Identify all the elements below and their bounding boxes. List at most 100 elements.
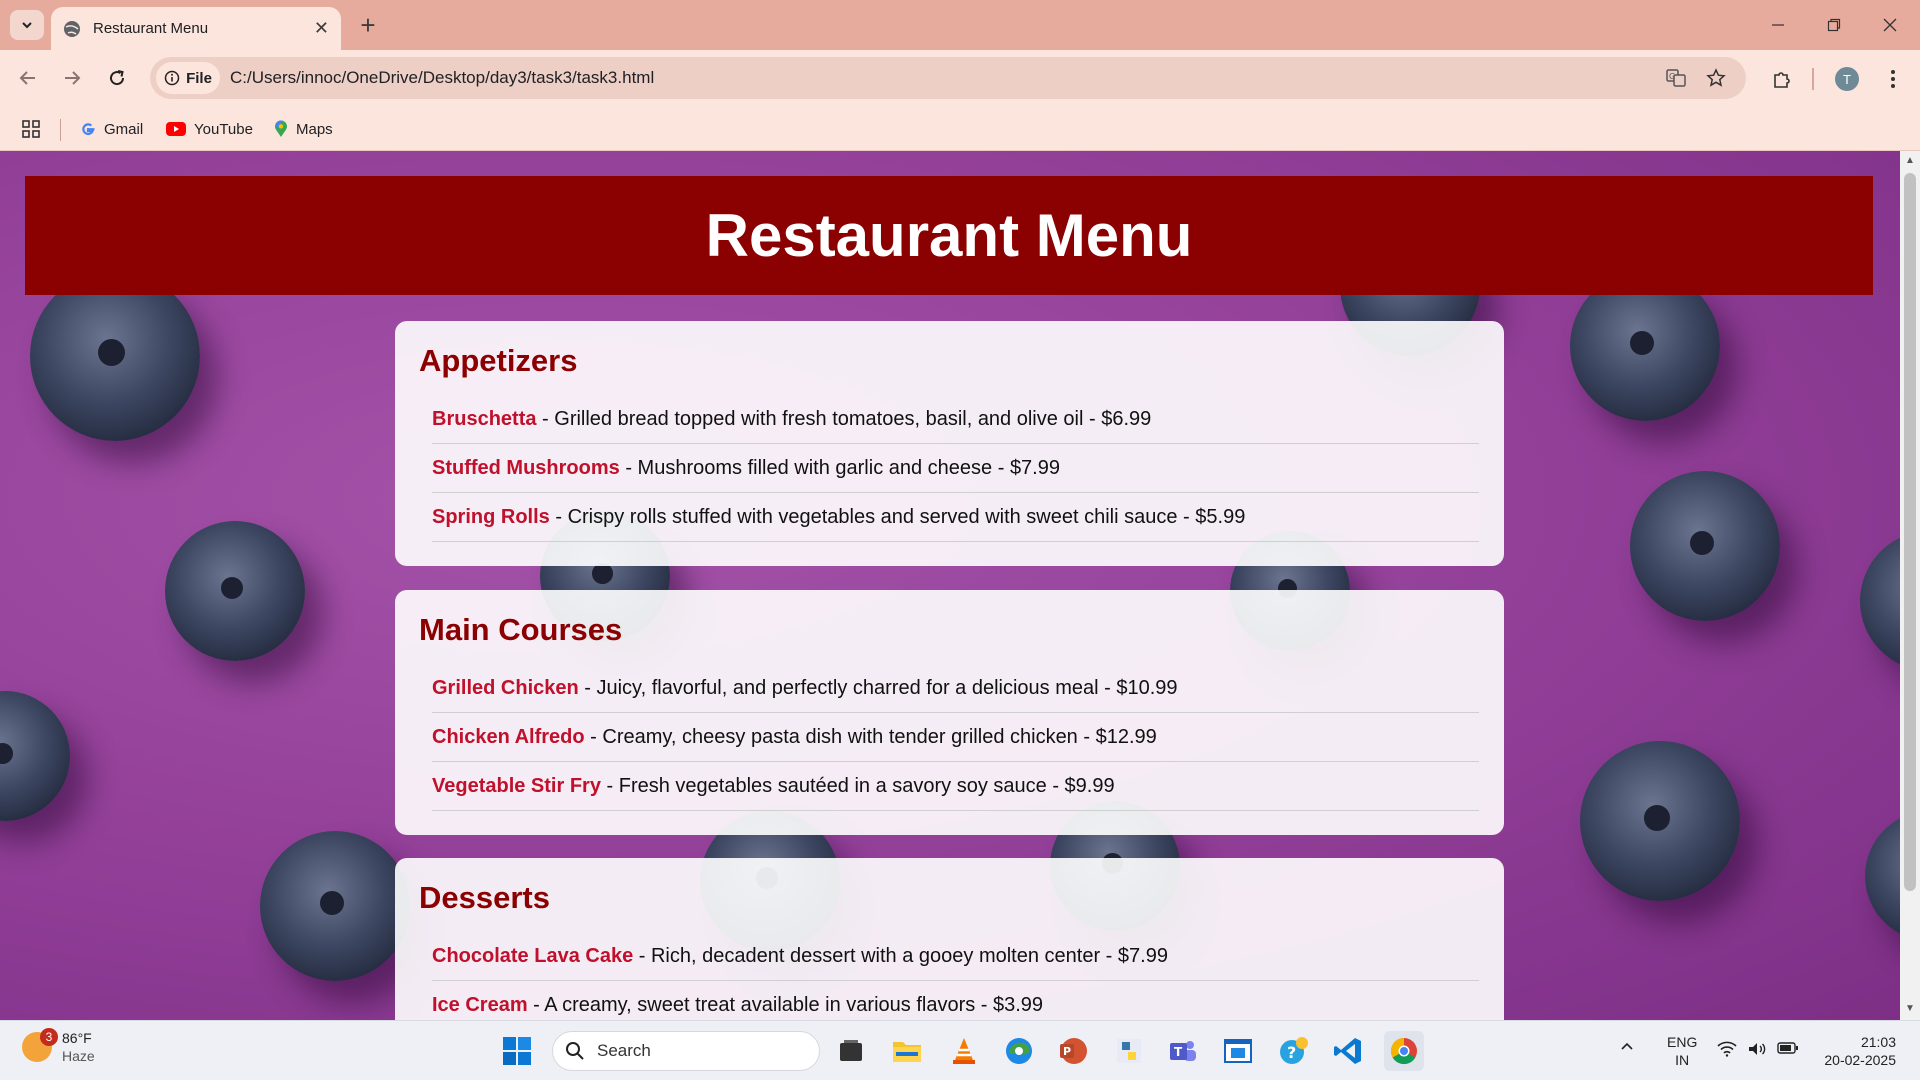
puzzle-icon	[1774, 72, 1790, 88]
profile-button[interactable]: T	[1832, 64, 1862, 94]
teams-icon[interactable]: T	[1163, 1031, 1203, 1071]
item-description: - Rich, decadent dessert with a gooey mo…	[633, 944, 1168, 967]
blueberry-decoration	[260, 831, 410, 981]
menu-item: Ice Cream - A creamy, sweet treat availa…	[432, 981, 1479, 1020]
item-description: - Crispy rolls stuffed with vegetables a…	[549, 505, 1246, 528]
address-bar[interactable]: File C:/Users/innoc/OneDrive/Desktop/day…	[150, 57, 1746, 99]
apps-button[interactable]	[22, 117, 40, 141]
minimize-button[interactable]	[1750, 0, 1806, 50]
bookmarks-divider	[60, 119, 61, 141]
blueberry-decoration	[1630, 471, 1780, 621]
weather-temperature: 86°F	[62, 1030, 92, 1046]
info-icon	[164, 70, 180, 86]
search-placeholder: Search	[597, 1041, 651, 1060]
close-icon	[1883, 18, 1897, 32]
site-info-chip[interactable]: File	[156, 62, 220, 94]
task-view-icon[interactable]	[831, 1031, 871, 1071]
bookmark-maps[interactable]: Maps	[274, 117, 333, 141]
new-tab-button[interactable]: +	[352, 10, 384, 40]
chrome-icon[interactable]	[1384, 1031, 1424, 1071]
svg-text:T: T	[1174, 1045, 1183, 1059]
avatar: T	[1835, 67, 1859, 91]
more-vert-icon	[1891, 70, 1895, 88]
main-courses-section: Main Courses Grilled Chicken - Juicy, fl…	[395, 590, 1504, 835]
bookmark-label: YouTube	[194, 120, 253, 138]
help-icon[interactable]: ?	[1274, 1031, 1314, 1071]
back-button[interactable]	[10, 60, 46, 96]
url-text[interactable]: C:/Users/innoc/OneDrive/Desktop/day3/tas…	[230, 68, 654, 88]
minimize-icon	[1772, 24, 1784, 26]
scroll-down-icon[interactable]: ▼	[1904, 1003, 1916, 1015]
vlc-icon[interactable]	[944, 1031, 984, 1071]
item-description: - Juicy, flavorful, and perfectly charre…	[578, 676, 1178, 699]
tab-title: Restaurant Menu	[93, 20, 209, 37]
system-tray[interactable]	[1717, 1041, 1799, 1057]
search-icon	[566, 1042, 584, 1060]
volume-icon	[1749, 1043, 1766, 1055]
bookmark-star-icon[interactable]	[1704, 66, 1728, 90]
arrow-left-icon	[19, 71, 35, 85]
item-name: Bruschetta	[432, 407, 537, 430]
item-name: Grilled Chicken	[432, 676, 579, 699]
section-heading: Main Courses	[419, 612, 623, 647]
file-label: File	[186, 69, 212, 87]
item-name: Vegetable Stir Fry	[432, 774, 601, 797]
taskbar-search[interactable]: Search	[552, 1031, 820, 1071]
forward-button[interactable]	[54, 60, 90, 96]
reload-button[interactable]	[99, 60, 135, 96]
bookmark-label: Maps	[296, 120, 333, 138]
file-explorer-icon[interactable]	[887, 1031, 927, 1071]
active-tab[interactable]: Restaurant Menu ✕	[51, 7, 341, 50]
blueberry-decoration	[165, 521, 305, 661]
maps-icon	[275, 120, 287, 137]
apps-grid-icon	[22, 120, 40, 138]
item-name: Stuffed Mushrooms	[432, 456, 620, 479]
arrow-right-icon	[65, 71, 81, 85]
restore-button[interactable]	[1806, 0, 1862, 50]
region-code: IN	[1675, 1052, 1690, 1068]
show-hidden-icons[interactable]	[1620, 1039, 1634, 1057]
scroll-thumb[interactable]	[1904, 173, 1916, 891]
bookmark-gmail[interactable]: Gmail	[80, 117, 143, 141]
language-code: ENG	[1667, 1034, 1698, 1050]
close-tab-icon[interactable]: ✕	[314, 18, 329, 39]
blueberry-decoration	[1580, 741, 1740, 901]
python-icon[interactable]	[1109, 1031, 1149, 1071]
bookmark-label: Gmail	[104, 120, 144, 138]
weather-widget[interactable]: 3 86°F Haze	[22, 1028, 95, 1065]
section-heading: Appetizers	[419, 343, 578, 378]
page-title: Restaurant Menu	[705, 202, 1193, 269]
translate-icon[interactable]: G	[1664, 66, 1688, 90]
vscode-icon[interactable]	[1328, 1031, 1368, 1071]
page-scrollbar[interactable]: ▲ ▼	[1900, 151, 1920, 1020]
chevron-down-icon	[22, 22, 32, 29]
menu-item: Chicken Alfredo - Creamy, cheesy pasta d…	[432, 713, 1479, 762]
svg-text:G: G	[1669, 72, 1675, 81]
item-name: Ice Cream	[432, 993, 528, 1016]
scroll-up-icon[interactable]: ▲	[1904, 155, 1916, 167]
browser-tab-strip: Restaurant Menu ✕ +	[0, 0, 1920, 50]
weather-icon: 3	[22, 1028, 58, 1062]
tab-search-button[interactable]	[10, 10, 44, 40]
blueberry-decoration	[0, 691, 70, 821]
clock[interactable]: 21:03 20-02-2025	[1816, 1033, 1896, 1069]
bookmark-youtube[interactable]: YouTube	[166, 117, 253, 141]
extensions-button[interactable]	[1767, 64, 1797, 94]
menu-button[interactable]	[1878, 64, 1908, 94]
menu-header: Restaurant Menu	[25, 176, 1873, 295]
desserts-section: Desserts Chocolate Lava Cake - Rich, dec…	[395, 858, 1504, 1020]
svg-text:P: P	[1063, 1045, 1071, 1058]
powerpoint-icon[interactable]: P	[1053, 1031, 1093, 1071]
window-app-icon[interactable]	[1218, 1031, 1258, 1071]
item-description: - A creamy, sweet treat available in var…	[527, 993, 1044, 1016]
item-description: - Grilled bread topped with fresh tomato…	[536, 407, 1152, 430]
menu-item: Stuffed Mushrooms - Mushrooms filled wit…	[432, 444, 1479, 493]
language-indicator[interactable]: ENG IN	[1667, 1033, 1697, 1069]
weather-condition: Haze	[62, 1048, 95, 1064]
toolbar-divider	[1812, 68, 1814, 90]
start-button[interactable]	[497, 1031, 537, 1071]
blueberry-decoration	[1865, 811, 1900, 941]
close-window-button[interactable]	[1862, 0, 1918, 50]
bookmarks-bar: Gmail YouTube Maps	[0, 107, 1920, 151]
edge-icon[interactable]	[999, 1031, 1039, 1071]
